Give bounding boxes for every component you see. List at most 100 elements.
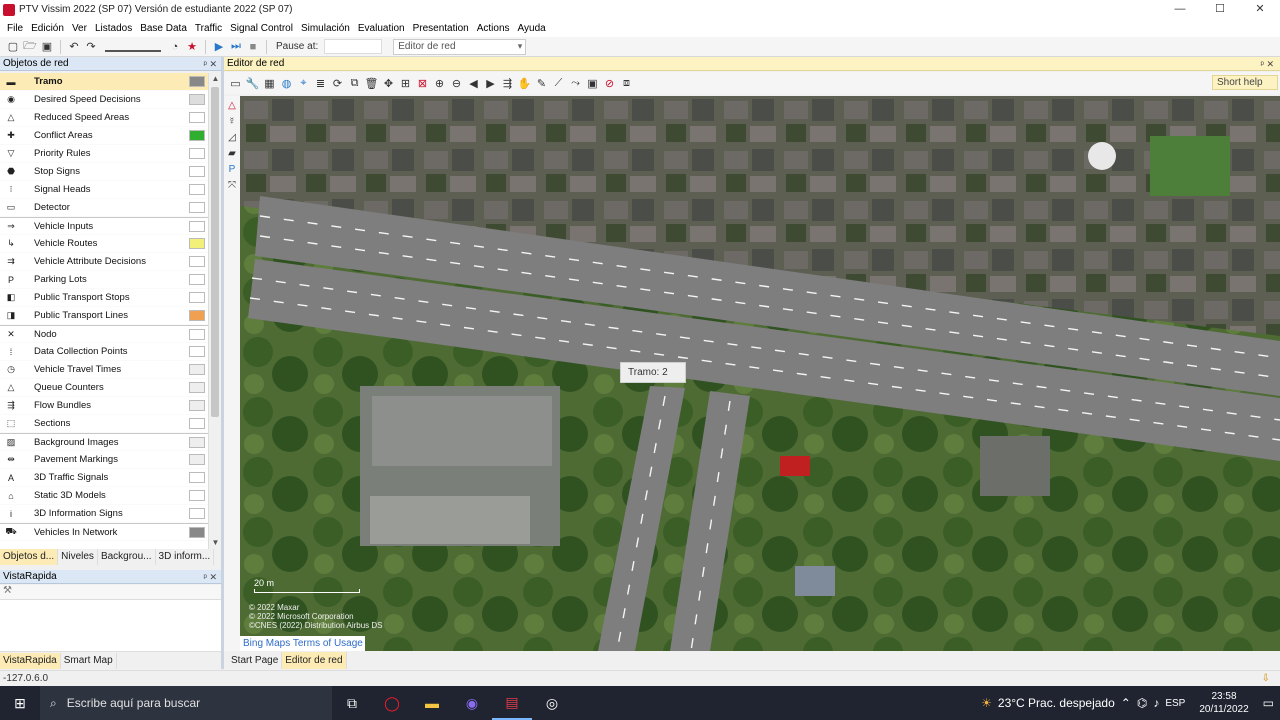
panel-pin-close-icon[interactable]: ᵖ ✕ xyxy=(1261,57,1274,71)
object-color-swatch[interactable] xyxy=(189,256,205,267)
speed-gauge-icon[interactable]: ◔ xyxy=(168,40,182,54)
notifications-icon[interactable]: ▭ xyxy=(1263,696,1274,710)
object-color-swatch[interactable] xyxy=(189,400,205,411)
tab-background[interactable]: Backgrou... xyxy=(98,549,156,565)
object-color-swatch[interactable] xyxy=(189,94,205,105)
panel-pin-close-icon[interactable]: ᵖ ✕ xyxy=(204,57,217,71)
object-color-swatch[interactable] xyxy=(189,346,205,357)
object-color-swatch[interactable] xyxy=(189,328,205,340)
screenshot-icon[interactable]: ▣ xyxy=(585,76,600,91)
object-color-swatch[interactable] xyxy=(189,220,205,232)
pencil-icon[interactable]: ✎ xyxy=(534,76,549,91)
object-row[interactable]: ◉ Desired Speed Decisions xyxy=(0,91,208,109)
list-icon[interactable]: ≣ xyxy=(313,76,328,91)
volume-icon[interactable]: ♪ xyxy=(1153,696,1159,710)
menu-actions[interactable]: Actions xyxy=(473,23,514,34)
favorite-star-icon[interactable]: ★ xyxy=(185,40,199,54)
object-color-swatch[interactable] xyxy=(189,274,205,285)
back-icon[interactable]: ◀ xyxy=(466,76,481,91)
object-color-swatch[interactable] xyxy=(189,418,205,429)
windows-start-icon[interactable]: ⊞ xyxy=(0,686,40,720)
hand-icon[interactable]: ✋ xyxy=(517,76,532,91)
pan-icon[interactable]: ✥ xyxy=(381,76,396,91)
obstacle-tool-icon[interactable]: ▰ xyxy=(226,147,239,160)
menu-base-data[interactable]: Base Data xyxy=(136,23,191,34)
vissim-taskbar-icon[interactable]: ▤ xyxy=(492,686,532,720)
zoom-out-icon[interactable]: ⊖ xyxy=(449,76,464,91)
3d-view-icon[interactable]: ⧈ xyxy=(619,76,634,91)
menu-listados[interactable]: Listados xyxy=(91,23,136,34)
file-explorer-icon[interactable]: ▬ xyxy=(412,686,452,720)
camera-move-icon[interactable]: ⇶ xyxy=(500,76,515,91)
object-row[interactable]: ◧ Public Transport Stops xyxy=(0,289,208,307)
tab-niveles[interactable]: Niveles xyxy=(58,549,98,565)
object-row[interactable]: ◷ Vehicle Travel Times xyxy=(0,361,208,379)
tab-start-page[interactable]: Start Page xyxy=(228,652,283,669)
no-selection-icon[interactable]: ⊘ xyxy=(602,76,617,91)
object-row[interactable]: ▽ Priority Rules xyxy=(0,145,208,163)
object-color-swatch[interactable] xyxy=(189,148,205,159)
wrench-icon[interactable]: ⚒ xyxy=(3,585,12,596)
pause-at-input[interactable] xyxy=(324,39,383,54)
menu-simulacion[interactable]: Simulación xyxy=(297,23,354,34)
forward-icon[interactable]: ▶ xyxy=(483,76,498,91)
route-edit-icon[interactable]: ⤳ xyxy=(568,76,583,91)
object-color-swatch[interactable] xyxy=(189,526,205,538)
chevron-up-icon[interactable]: ⌃ xyxy=(1121,696,1131,710)
weather-text[interactable]: 23°C Prac. despejado xyxy=(998,696,1115,710)
taskbar-search[interactable]: ⌕ Escribe aquí para buscar xyxy=(40,686,332,720)
object-color-swatch[interactable] xyxy=(189,382,205,393)
tab-smart-map[interactable]: Smart Map xyxy=(61,653,117,669)
object-row[interactable]: ⇹ Pavement Markings xyxy=(0,451,208,469)
redo-icon[interactable]: ↷ xyxy=(84,40,98,54)
object-row[interactable]: ⇉ Vehicle Attribute Decisions xyxy=(0,253,208,271)
tab-objetos[interactable]: Objetos d... xyxy=(0,549,59,565)
object-row[interactable]: ▬ Tramo xyxy=(0,73,208,91)
objects-scrollbar[interactable]: ▲ ▼ xyxy=(208,73,221,549)
wrench-icon[interactable]: 🔧 xyxy=(245,76,260,91)
object-row[interactable]: A 3D Traffic Signals xyxy=(0,469,208,487)
object-row[interactable]: ⌂ Static 3D Models xyxy=(0,487,208,505)
object-color-swatch[interactable] xyxy=(189,112,205,123)
save-icon[interactable]: ▣ xyxy=(40,40,54,54)
taskbar-clock[interactable]: 23:58 20/11/2022 xyxy=(1199,690,1248,716)
select-layout-icon[interactable]: ▭ xyxy=(228,76,243,91)
globe-icon[interactable]: ◍ xyxy=(279,76,294,91)
menu-ayuda[interactable]: Ayuda xyxy=(514,23,550,34)
object-row[interactable]: ↳ Vehicle Routes xyxy=(0,235,208,253)
object-row[interactable]: ✚ Conflict Areas xyxy=(0,127,208,145)
object-row[interactable]: ⬣ Stop Signs xyxy=(0,163,208,181)
object-row[interactable]: ◨ Public Transport Lines xyxy=(0,307,208,325)
panel-pin-close-icon[interactable]: ᵖ ✕ xyxy=(204,570,217,584)
object-color-swatch[interactable] xyxy=(189,184,205,195)
zoom-all-icon[interactable]: ⊠ xyxy=(415,76,430,91)
tab-vistarapida[interactable]: VistaRapida xyxy=(0,653,61,669)
object-row[interactable]: ▨ Background Images xyxy=(0,433,208,451)
minimize-button[interactable]: — xyxy=(1160,0,1200,19)
menu-signal-control[interactable]: Signal Control xyxy=(226,23,297,34)
bing-terms-link[interactable]: Bing Maps Terms of Usage xyxy=(240,636,365,651)
short-help-button[interactable]: Short help xyxy=(1212,75,1278,90)
simulation-speed-slider[interactable] xyxy=(105,42,161,52)
object-row[interactable]: ⬚ Sections xyxy=(0,415,208,433)
parking-tool-icon[interactable]: P xyxy=(226,163,239,176)
stop-icon[interactable]: ■ xyxy=(246,40,260,54)
object-row[interactable]: △ Reduced Speed Areas xyxy=(0,109,208,127)
app-icon[interactable]: ◉ xyxy=(452,686,492,720)
object-color-swatch[interactable] xyxy=(189,310,205,321)
object-row[interactable]: ⇶ Flow Bundles xyxy=(0,397,208,415)
map-pin-icon[interactable]: ⌖ xyxy=(296,76,311,91)
menu-file[interactable]: File xyxy=(3,23,27,34)
object-row[interactable]: ▭ Detector xyxy=(0,199,208,217)
walkway-tool-icon[interactable]: ⤧ xyxy=(226,179,239,192)
copy-icon[interactable]: ⧉ xyxy=(347,76,362,91)
warning-tool-icon[interactable]: △ xyxy=(226,99,239,112)
object-color-swatch[interactable] xyxy=(189,130,205,141)
object-color-swatch[interactable] xyxy=(189,166,205,177)
object-row[interactable]: ✕ Nodo xyxy=(0,325,208,343)
zoom-in-icon[interactable]: ⊕ xyxy=(432,76,447,91)
play-icon[interactable]: ▶ xyxy=(212,40,226,54)
menu-traffic[interactable]: Traffic xyxy=(191,23,226,34)
language-indicator[interactable]: ESP xyxy=(1165,698,1185,709)
object-color-swatch[interactable] xyxy=(189,454,205,465)
